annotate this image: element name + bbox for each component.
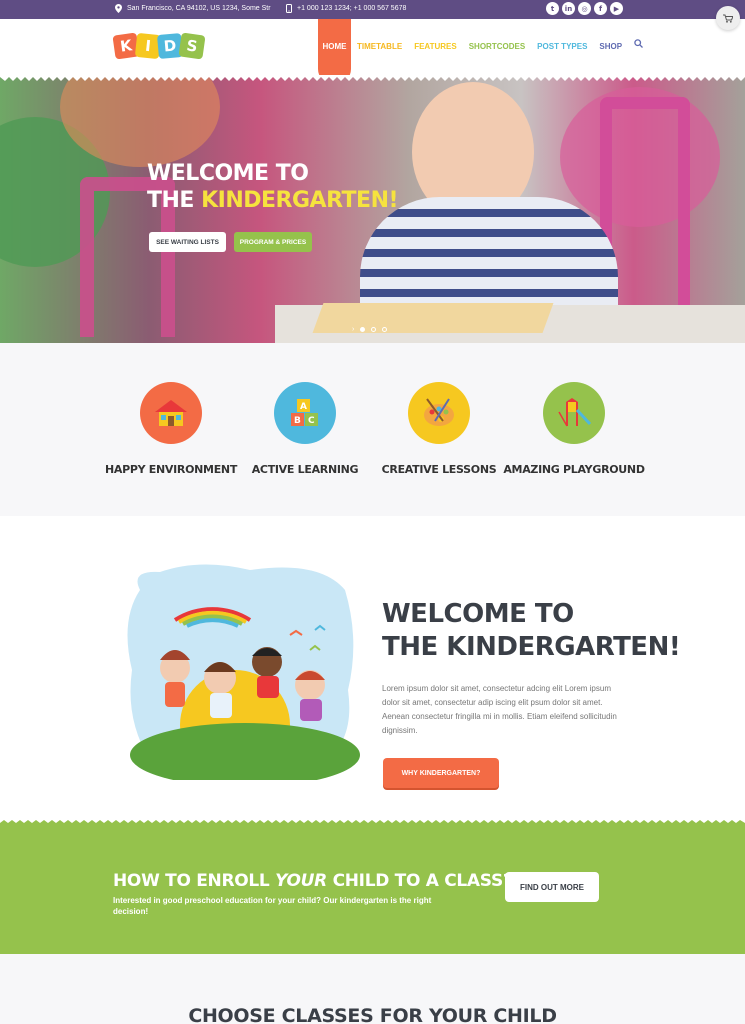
instagram-icon[interactable]: ◎ — [578, 2, 591, 15]
slider-dot[interactable] — [382, 327, 388, 332]
slide-icon — [558, 398, 592, 427]
phone-icon — [286, 4, 292, 13]
facebook-icon[interactable]: f — [594, 2, 607, 15]
cart-icon — [723, 14, 733, 23]
welcome-title-line2: THE KINDERGARTEN! — [382, 632, 681, 662]
social-links: t in ◎ f ▶ — [546, 2, 623, 15]
enroll-title-post: CHILD TO A CLASS? — [326, 871, 513, 891]
enroll-subtitle: Interested in good preschool education f… — [113, 896, 432, 916]
site-header: K I D S HOME TIMETABLE FEATURES SHORTCOD… — [0, 19, 745, 85]
classes-section: CHOOSE CLASSES FOR YOUR CHILD — [0, 954, 745, 1024]
welcome-section: WELCOME TO THE KINDERGARTEN! Lorem ipsum… — [0, 516, 745, 824]
feature-label: CREATIVE LESSONS — [381, 463, 497, 476]
program-prices-button[interactable]: PROGRAM & PRICES — [234, 232, 312, 252]
nav-item-features[interactable]: FEATURES — [408, 19, 463, 77]
blocks-icon: AB C — [291, 399, 318, 426]
hero-title-highlight: KINDERGARTEN! — [201, 188, 399, 213]
twitter-icon[interactable]: t — [546, 2, 559, 15]
enroll-title: HOW TO ENROLL YOUR CHILD TO A CLASS? — [113, 871, 513, 891]
hero-title: WELCOME TO THE KINDERGARTEN! — [147, 160, 399, 214]
search-icon — [634, 39, 644, 48]
location-pin-icon — [115, 4, 122, 13]
puzzle-board — [312, 303, 554, 333]
youtube-icon[interactable]: ▶ — [610, 2, 623, 15]
slider-pagination: › — [352, 326, 388, 333]
phone-block: +1 000 123 1234; +1 000 567 5678 — [286, 4, 406, 13]
slider-dot[interactable] — [371, 327, 377, 332]
features-section: HAPPY ENVIRONMENT ABC ACTIVE LEARNING CR… — [0, 343, 745, 516]
feature-circle — [543, 382, 605, 444]
svg-text:B: B — [294, 416, 301, 426]
nav-item-timetable[interactable]: TIMETABLE — [351, 19, 408, 77]
welcome-title-line1: WELCOME TO — [382, 599, 574, 629]
logo-letter: S — [178, 32, 206, 60]
enroll-zigzag-top — [0, 820, 745, 826]
address-block: San Francisco, CA 94102, US 1234, Some S… — [115, 4, 271, 13]
slider-arrow[interactable]: › — [352, 326, 354, 333]
nav-item-shop[interactable]: SHOP — [593, 19, 628, 77]
feature-circle — [408, 382, 470, 444]
feature-creative-lessons[interactable]: CREATIVE LESSONS — [374, 382, 504, 476]
welcome-title: WELCOME TO THE KINDERGARTEN! — [382, 598, 681, 664]
classes-title: CHOOSE CLASSES FOR YOUR CHILD — [188, 1005, 557, 1024]
site-logo[interactable]: K I D S — [112, 32, 206, 60]
hero-title-pre: THE — [147, 188, 194, 213]
phone-text: +1 000 123 1234; +1 000 567 5678 — [297, 5, 407, 12]
kids-illustration — [127, 564, 360, 780]
nav-item-post-types[interactable]: POST TYPES — [531, 19, 593, 77]
main-nav: HOME TIMETABLE FEATURES SHORTCODES POST … — [318, 19, 649, 85]
hero-title-line1: WELCOME TO — [147, 161, 309, 186]
enroll-banner: HOW TO ENROLL YOUR CHILD TO A CLASS? Int… — [0, 824, 745, 954]
svg-text:A: A — [300, 402, 307, 412]
see-waiting-lists-button[interactable]: SEE WAITING LISTS — [149, 232, 226, 252]
slider-dot[interactable] — [360, 327, 366, 332]
welcome-text: Lorem ipsum dolor sit amet, consectetur … — [382, 684, 617, 735]
feature-label: HAPPY ENVIRONMENT — [104, 463, 238, 476]
enroll-title-em: YOUR — [275, 871, 327, 891]
address-text: San Francisco, CA 94102, US 1234, Some S… — [127, 5, 271, 12]
why-kindergarten-button[interactable]: WHY KINDERGARTEN? — [383, 758, 499, 788]
find-out-more-button[interactable]: FIND OUT MORE — [505, 872, 599, 902]
header-zigzag-divider — [0, 75, 745, 81]
hero-title-line2: THE KINDERGARTEN! — [147, 187, 399, 214]
feature-label: ACTIVE LEARNING — [251, 463, 359, 476]
hero-slider: WELCOME TO THE KINDERGARTEN! SEE WAITING… — [0, 77, 745, 343]
cart-button[interactable] — [716, 6, 740, 30]
enroll-title-pre: HOW TO ENROLL — [113, 871, 276, 891]
linkedin-icon[interactable]: in — [562, 2, 575, 15]
feature-happy-environment[interactable]: HAPPY ENVIRONMENT — [104, 382, 238, 476]
feature-amazing-playground[interactable]: AMAZING PLAYGROUND — [503, 382, 645, 476]
search-button[interactable] — [628, 19, 649, 77]
palette-icon — [424, 398, 454, 426]
feature-circle: ABC — [274, 382, 336, 444]
svg-text:C: C — [308, 416, 315, 426]
house-icon — [155, 400, 187, 426]
top-info-bar: San Francisco, CA 94102, US 1234, Some S… — [0, 0, 745, 19]
nav-item-shortcodes[interactable]: SHORTCODES — [463, 19, 531, 77]
feature-label: AMAZING PLAYGROUND — [503, 463, 645, 476]
feature-circle — [140, 382, 202, 444]
feature-active-learning[interactable]: ABC ACTIVE LEARNING — [240, 382, 370, 476]
